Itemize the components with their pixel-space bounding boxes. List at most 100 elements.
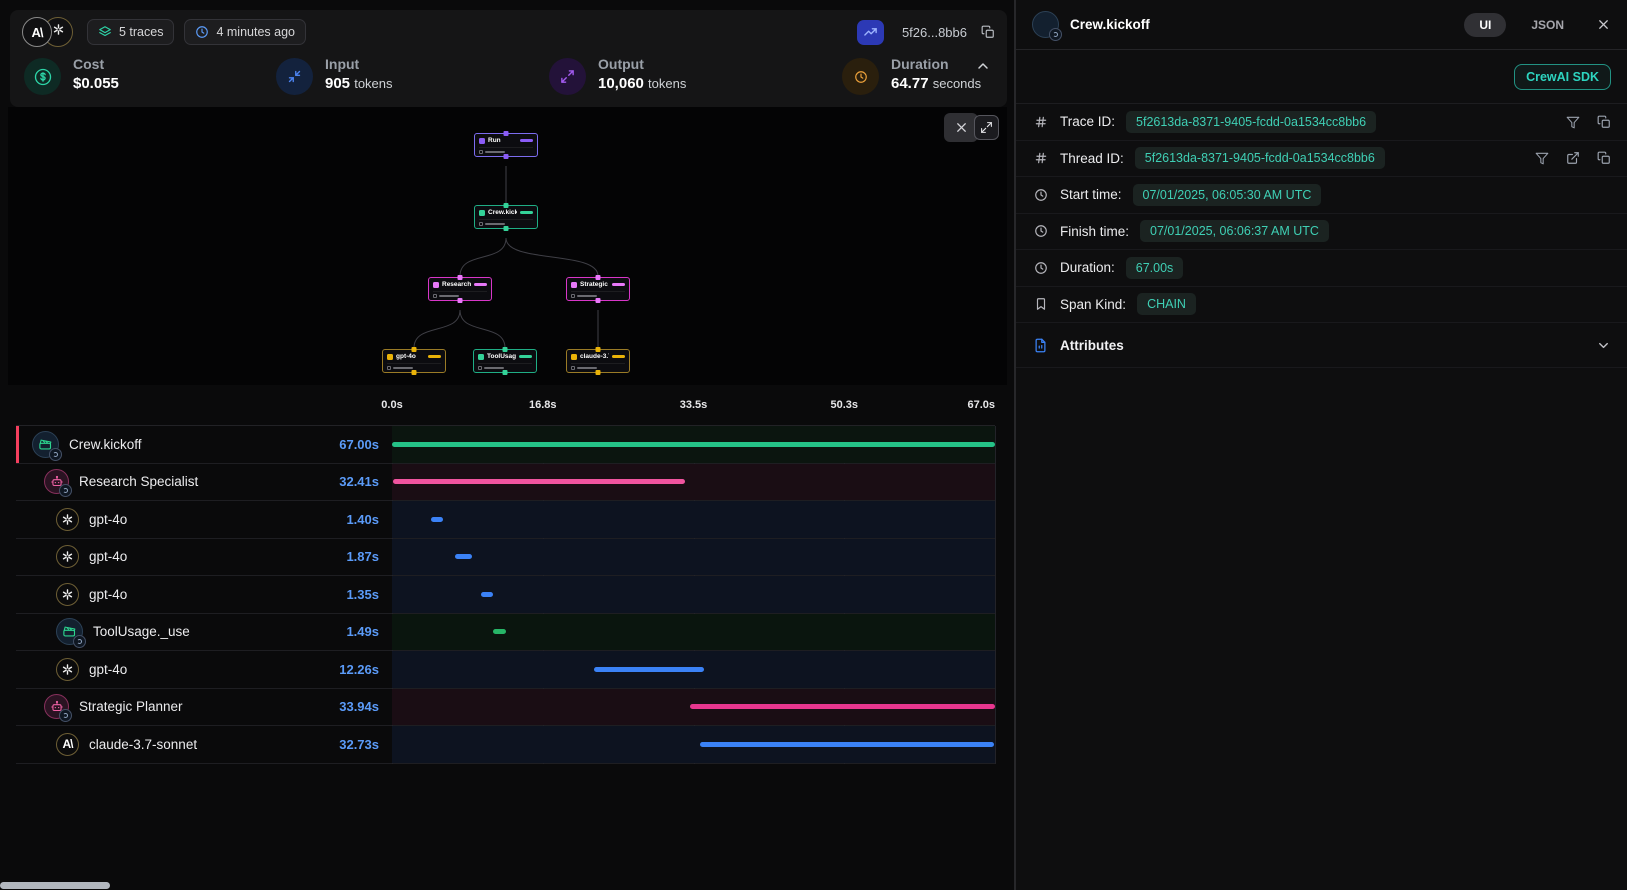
span-row-name: gpt-4o 1.87s: [16, 539, 392, 576]
span-row-name: ToolUsage._use1.49s: [16, 614, 392, 651]
span-name: gpt-4o: [89, 549, 127, 564]
field-value: CHAIN: [1137, 293, 1196, 315]
chevron-up-icon[interactable]: [975, 58, 991, 79]
span-detail-panel: Crew.kickoff UI JSON CrewAI SDK Trace ID:…: [1014, 0, 1627, 890]
panel-title: Crew.kickoff: [1070, 17, 1150, 32]
trace-chart-button[interactable]: [857, 20, 884, 45]
graph-node-crew[interactable]: Crew.kickoff: [474, 205, 538, 229]
dollar-icon: [24, 58, 61, 95]
node-duration-badge: [474, 283, 487, 286]
span-row-track: [392, 464, 995, 501]
node-subline: [571, 363, 625, 370]
node-subline: [479, 147, 533, 154]
stat-label: Input: [325, 56, 393, 72]
node-subline: [479, 219, 533, 226]
span-row[interactable]: Research Specialist32.41s: [16, 464, 995, 502]
span-row[interactable]: Strategic Planner33.94s: [16, 689, 995, 727]
node-type-icon: [433, 282, 439, 288]
field-value: 5f2613da-8371-9405-fcdd-0a1534cc8bb6: [1126, 111, 1376, 133]
clock-icon: [842, 58, 879, 95]
trace-header-card: A\ 5 traces 4 minutes ago 5f26...8bb6 Co…: [10, 10, 1007, 107]
span-duration: 1.35s: [346, 587, 379, 602]
openai-icon: [56, 508, 79, 531]
graph-node-run[interactable]: Run: [474, 133, 538, 157]
node-title: ToolUsage._use: [487, 353, 516, 360]
traces-count-badge[interactable]: 5 traces: [87, 19, 174, 45]
arrows-out-icon: [549, 58, 586, 95]
axis-tick-label: 50.3s: [830, 399, 858, 411]
horizontal-scrollbar[interactable]: [0, 882, 110, 889]
span-row-name: A\claude-3.7-sonnet32.73s: [16, 726, 392, 763]
copy-trace-id-icon[interactable]: [981, 25, 995, 39]
attributes-section-header[interactable]: Attributes: [1016, 323, 1627, 368]
span-row-name: gpt-4o12.26s: [16, 651, 392, 688]
external-link-icon[interactable]: [1566, 151, 1580, 165]
span-row[interactable]: gpt-4o1.40s: [16, 501, 995, 539]
span-row[interactable]: A\claude-3.7-sonnet32.73s: [16, 726, 995, 764]
chevron-down-icon[interactable]: [1596, 338, 1611, 353]
field-value: 67.00s: [1126, 257, 1184, 279]
field-thread-id: Thread ID: 5f2613da-8371-9405-fcdd-0a1534…: [1016, 141, 1627, 178]
span-row[interactable]: gpt-4o12.26s: [16, 651, 995, 689]
field-value: 07/01/2025, 06:05:30 AM UTC: [1133, 184, 1322, 206]
span-name: Research Specialist: [79, 474, 198, 489]
span-row[interactable]: ToolUsage._use1.49s: [16, 614, 995, 652]
node-source-handle: [504, 154, 509, 159]
copy-icon[interactable]: [1597, 115, 1611, 129]
span-bar: [392, 442, 995, 447]
filter-icon[interactable]: [1535, 151, 1549, 165]
graph-expand-button[interactable]: [974, 115, 999, 140]
field-label: Trace ID:: [1060, 114, 1115, 129]
span-row[interactable]: gpt-4o 1.35s: [16, 576, 995, 614]
stat-label: Duration: [891, 56, 981, 72]
span-row-track: [392, 576, 995, 613]
agent-robot-icon: [44, 469, 69, 494]
node-source-handle: [596, 370, 601, 375]
stat-label: Cost: [73, 56, 119, 72]
node-title: Research Speciali...: [442, 281, 471, 288]
graph-close-button[interactable]: [944, 113, 978, 142]
stat-unit: seconds: [933, 76, 981, 91]
openai-glyph: [52, 23, 65, 41]
node-duration-badge: [612, 283, 625, 286]
node-title: claude-3.7-sonnet: [580, 353, 609, 360]
clock-icon: [195, 25, 209, 39]
stat-value: $0.055: [73, 75, 119, 92]
graph-node-rs[interactable]: Research Speciali...: [428, 277, 492, 301]
span-row[interactable]: Crew.kickoff67.00s: [16, 426, 995, 464]
sdk-row: CrewAI SDK: [1016, 50, 1627, 104]
field-label: Thread ID:: [1060, 151, 1124, 166]
node-title: Crew.kickoff: [488, 209, 517, 216]
field-value: 5f2613da-8371-9405-fcdd-0a1534cc8bb6: [1135, 147, 1385, 169]
span-duration: 1.87s: [346, 549, 379, 564]
anthropic-logo-icon: A\: [22, 17, 52, 47]
span-name: gpt-4o: [89, 587, 127, 602]
graph-node-claude[interactable]: claude-3.7-sonnet: [566, 349, 630, 373]
waterfall-axis: 0.0s16.8s33.5s50.3s67.0s: [8, 385, 1007, 425]
span-duration: 12.26s: [339, 662, 379, 677]
hash-icon: [1032, 151, 1049, 165]
panel-close-icon[interactable]: [1596, 17, 1611, 32]
trace-id-short: 5f26...8bb6: [902, 25, 967, 40]
node-duration-badge: [612, 355, 625, 358]
panel-header: Crew.kickoff UI JSON: [1016, 0, 1627, 50]
graph-node-tool[interactable]: ToolUsage._use: [473, 349, 537, 373]
span-duration: 32.73s: [339, 737, 379, 752]
node-target-handle: [504, 203, 509, 208]
filter-icon[interactable]: [1566, 115, 1580, 129]
field-start-time: Start time:07/01/2025, 06:05:30 AM UTC: [1016, 177, 1627, 214]
span-bar: [493, 629, 506, 634]
span-row[interactable]: gpt-4o 1.87s: [16, 539, 995, 577]
graph-node-gpt[interactable]: gpt-4o: [382, 349, 446, 373]
span-row-name: Strategic Planner33.94s: [16, 689, 392, 726]
tab-json[interactable]: JSON: [1516, 13, 1579, 37]
span-bar: [481, 592, 493, 597]
span-row-name: gpt-4o 1.35s: [16, 576, 392, 613]
span-name: claude-3.7-sonnet: [89, 737, 197, 752]
node-title: gpt-4o: [396, 353, 425, 360]
graph-node-sp[interactable]: Strategic Planner: [566, 277, 630, 301]
trace-main: A\ 5 traces 4 minutes ago 5f26...8bb6 Co…: [0, 0, 1014, 890]
copy-icon[interactable]: [1597, 151, 1611, 165]
node-duration-badge: [519, 355, 532, 358]
tab-ui[interactable]: UI: [1464, 13, 1506, 37]
